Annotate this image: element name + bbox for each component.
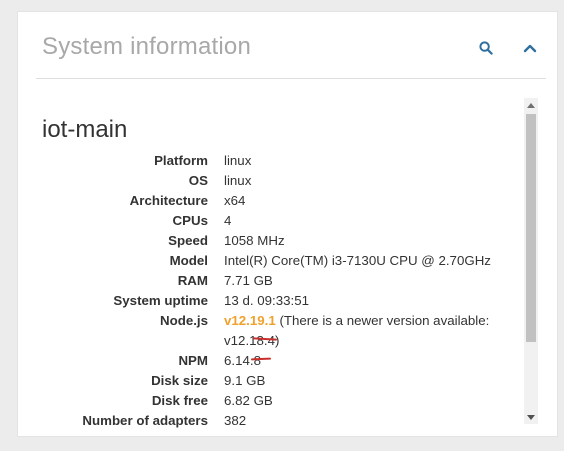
panel-header: System information xyxy=(18,12,557,80)
row-ram: RAM 7.71 GB xyxy=(42,271,522,291)
label-ram: RAM xyxy=(177,273,208,288)
nodejs-update-notice: (There is a newer version available: xyxy=(275,313,490,328)
label-os: OS xyxy=(188,173,208,188)
info-content: iot-main Platform linux OS linux Archite… xyxy=(42,100,522,430)
scroll-thumb[interactable] xyxy=(526,114,536,342)
value-disk-size: 9.1 GB xyxy=(224,373,266,388)
nodejs-version: v12.19.1 xyxy=(224,313,276,328)
label-disk-free: Disk free xyxy=(151,393,208,408)
value-architecture: x64 xyxy=(224,193,246,208)
label-speed: Speed xyxy=(168,233,208,248)
chevron-up-icon xyxy=(523,44,537,53)
row-model: Model Intel(R) Core(TM) i3-7130U CPU @ 2… xyxy=(42,251,522,271)
value-disk-free: 6.82 GB xyxy=(224,393,273,408)
host-name: iot-main xyxy=(42,116,128,143)
value-ram: 7.71 GB xyxy=(224,273,273,288)
value-model: Intel(R) Core(TM) i3-7130U CPU @ 2.70GHz xyxy=(224,253,491,268)
value-os: linux xyxy=(224,173,252,188)
value-uptime: 13 d. 09:33:51 xyxy=(224,293,310,308)
row-disk-size: Disk size 9.1 GB xyxy=(42,371,522,391)
value-nodejs: v12.19.1 (There is a newer version avail… xyxy=(224,311,522,351)
row-cpus: CPUs 4 xyxy=(42,211,522,231)
label-uptime: System uptime xyxy=(113,293,208,308)
row-npm: NPM 6.14.8 xyxy=(42,351,522,371)
value-adapters: 382 xyxy=(224,413,247,428)
label-disk-size: Disk size xyxy=(151,373,208,388)
system-info-panel: System information iot-main Platform lin… xyxy=(18,12,557,436)
value-npm: 6.14.8 xyxy=(224,353,261,368)
info-table: Platform linux OS linux Architecture x64… xyxy=(42,151,522,430)
arrow-up-icon xyxy=(527,102,535,108)
value-speed: 1058 MHz xyxy=(224,233,285,248)
panel-title: System information xyxy=(42,33,252,60)
scroll-down-button[interactable] xyxy=(524,410,538,424)
value-platform: linux xyxy=(224,153,252,168)
header-divider xyxy=(36,78,546,79)
label-nodejs: Node.js xyxy=(159,313,208,328)
row-speed: Speed 1058 MHz xyxy=(42,231,522,251)
scrollbar[interactable] xyxy=(524,98,538,424)
label-npm: NPM xyxy=(178,353,208,368)
row-nodejs: Node.js v12.19.1 (There is a newer versi… xyxy=(42,311,522,351)
nodejs-available-version: v12.18.4) xyxy=(224,333,280,348)
row-disk-free: Disk free 6.82 GB xyxy=(42,391,522,411)
arrow-down-icon xyxy=(527,414,535,420)
search-button[interactable] xyxy=(474,36,498,60)
label-adapters: Number of adapters xyxy=(82,413,208,428)
label-cpus: CPUs xyxy=(172,213,208,228)
value-cpus: 4 xyxy=(224,213,232,228)
label-platform: Platform xyxy=(154,153,208,168)
row-uptime: System uptime 13 d. 09:33:51 xyxy=(42,291,522,311)
row-platform: Platform linux xyxy=(42,151,522,171)
row-adapters: Number of adapters 382 xyxy=(42,411,522,430)
row-os: OS linux xyxy=(42,171,522,191)
row-architecture: Architecture x64 xyxy=(42,191,522,211)
search-icon xyxy=(479,41,493,55)
label-model: Model xyxy=(169,253,208,268)
label-architecture: Architecture xyxy=(129,193,208,208)
scroll-up-button[interactable] xyxy=(524,98,538,112)
collapse-button[interactable] xyxy=(518,36,542,60)
